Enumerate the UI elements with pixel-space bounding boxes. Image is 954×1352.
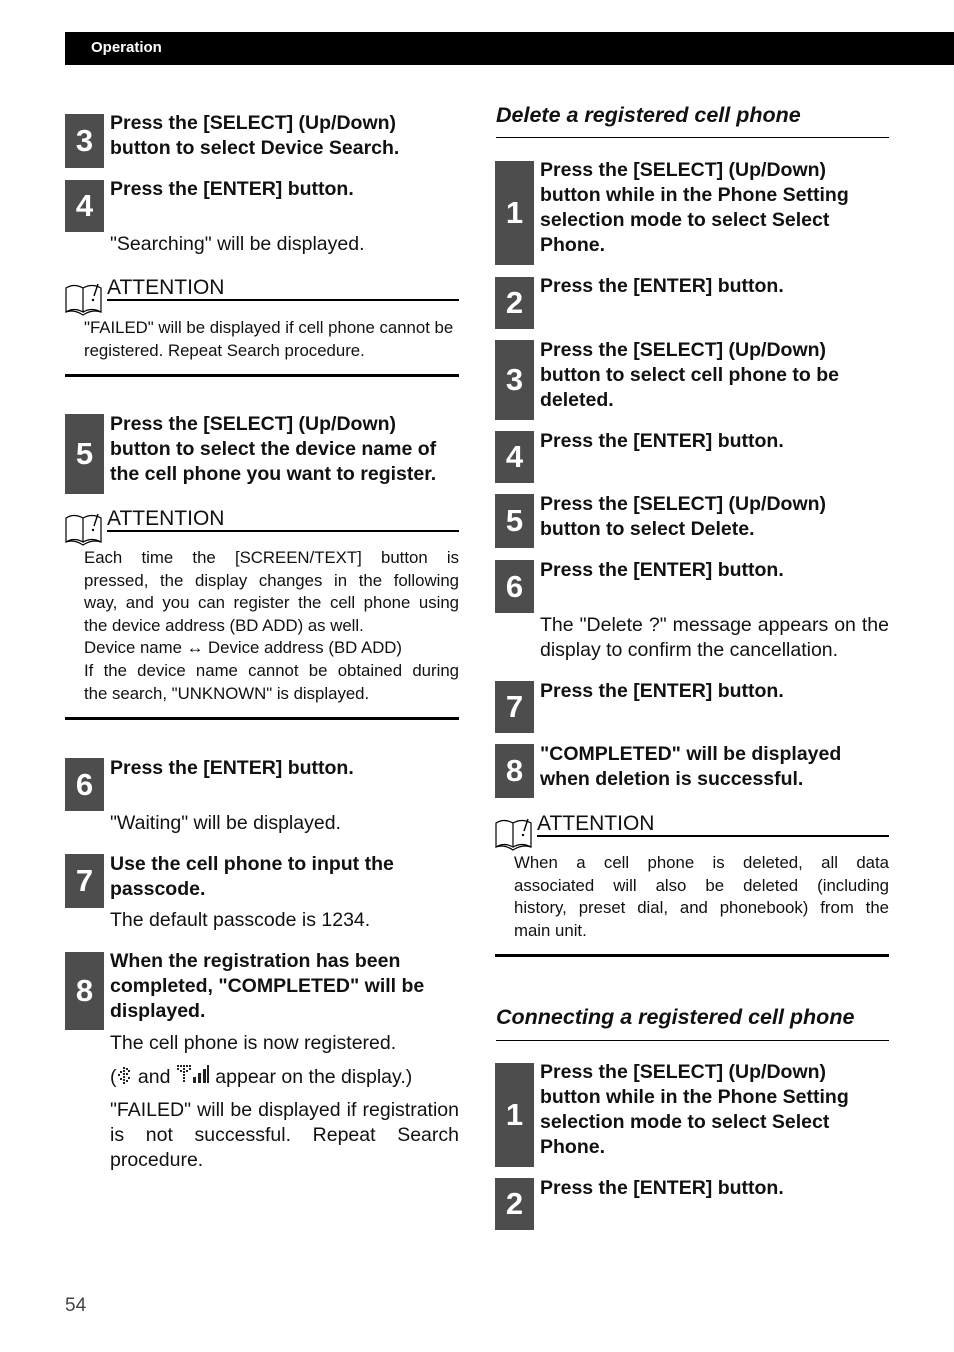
step-text: Press the [SELECT] (Up/Down) button to s… — [110, 413, 437, 485]
step-text: Press the [SELECT] (Up/Down) button whil… — [540, 1061, 849, 1158]
header-bar: Operation — [65, 32, 954, 65]
section-divider — [65, 717, 459, 720]
step-note: "FAILED" will be displayed if registrati… — [110, 1099, 459, 1171]
step-badge: 1 — [495, 1063, 534, 1167]
step-badge: 5 — [65, 414, 104, 494]
step-badge: 6 — [495, 560, 534, 613]
attention-label: ATTENTION — [107, 507, 225, 530]
step-note: The cell phone is now registered. — [110, 1032, 397, 1054]
step-note: The default passcode is 1234. — [110, 909, 371, 931]
step-text: Press the [SELECT] (Up/Down) button whil… — [540, 159, 849, 256]
signal-strength-icon — [176, 1065, 209, 1083]
attention-line: pressed, the display changes in the foll… — [84, 570, 459, 590]
section-divider — [65, 374, 459, 377]
step-badge: 1 — [495, 161, 534, 265]
step-text: Use the cell phone to input the passcode… — [110, 853, 394, 900]
step-icons-note: ( and appear on the display.) — [110, 1065, 413, 1088]
step-text: Press the [ENTER] button. — [110, 178, 354, 200]
bluetooth-icon — [117, 1067, 130, 1084]
step-badge: 7 — [65, 854, 104, 908]
step-badge: 8 — [65, 952, 104, 1030]
step-text: Press the [SELECT] (Up/Down) button to s… — [110, 112, 400, 159]
attention-text: Each time the [SCREEN/TEXT] button is pr… — [84, 547, 459, 705]
attention-book-icon — [65, 513, 102, 546]
attention-line: When a cell phone is deleted, all data — [514, 853, 889, 872]
step-text: Press the [ENTER] button. — [540, 680, 784, 702]
attention-line: Device name ↔ Device address (BD ADD) — [84, 638, 403, 658]
step-text: Press the [ENTER] button. — [540, 1177, 784, 1199]
attention-book-icon — [495, 818, 532, 851]
attention-line: associated will also be deleted (includi… — [514, 875, 889, 895]
step-note: "Searching" will be displayed. — [110, 233, 365, 255]
section-title-rule — [496, 137, 889, 138]
section-title-connect: Connecting a registered cell phone — [496, 1005, 855, 1029]
step-note: "Waiting" will be displayed. — [110, 812, 341, 834]
step-text: Press the [SELECT] (Up/Down) button to s… — [540, 339, 840, 411]
section-divider — [495, 954, 889, 957]
step-badge: 5 — [495, 494, 534, 548]
step-badge: 8 — [495, 744, 534, 798]
step-text: Press the [ENTER] button. — [540, 275, 784, 297]
step-badge: 2 — [495, 1178, 534, 1230]
step-badge: 4 — [65, 180, 104, 232]
step-text: Press the [ENTER] button. — [540, 430, 784, 452]
step-badge: 4 — [495, 431, 534, 483]
attention-line: Each time the [SCREEN/TEXT] button is — [84, 548, 459, 567]
attention-rule — [107, 530, 459, 532]
attention-label: ATTENTION — [107, 276, 225, 299]
attention-text: "FAILED" will be displayed if cell phone… — [84, 318, 454, 360]
step-badge: 2 — [495, 277, 534, 329]
step-badge: 6 — [65, 758, 104, 811]
step-text: Press the [SELECT] (Up/Down) button to s… — [540, 493, 827, 540]
step-text: When the registration has been completed… — [110, 950, 425, 1022]
attention-rule — [537, 835, 889, 837]
attention-book-icon — [65, 283, 102, 316]
step-note: The "Delete ?" message appears on the di… — [540, 614, 889, 661]
attention-label: ATTENTION — [537, 812, 655, 835]
attention-line: main unit. — [514, 920, 587, 940]
section-title-rule — [496, 1040, 889, 1041]
attention-text: When a cell phone is deleted, all data a… — [514, 852, 889, 942]
page-number: 54 — [65, 1295, 87, 1316]
step-text: "COMPLETED" will be displayed when delet… — [540, 743, 842, 790]
step-text: Press the [ENTER] button. — [110, 757, 354, 779]
step-badge: 7 — [495, 681, 534, 733]
step-badge: 3 — [65, 114, 104, 168]
header-title: Operation — [91, 39, 162, 56]
step-badge: 3 — [495, 340, 534, 420]
attention-line: the device address (BD ADD) as well. — [84, 615, 364, 635]
attention-line: If the device name cannot be obtained du… — [84, 660, 459, 680]
attention-line: way, and you can register the cell phone… — [84, 593, 459, 613]
attention-rule — [107, 299, 459, 301]
section-title-delete: Delete a registered cell phone — [496, 103, 801, 127]
attention-line: history, preset dial, and phonebook) fro… — [514, 898, 889, 918]
step-text: Press the [ENTER] button. — [540, 559, 784, 581]
attention-line: the search, "UNKNOWN" is displayed. — [84, 683, 370, 703]
